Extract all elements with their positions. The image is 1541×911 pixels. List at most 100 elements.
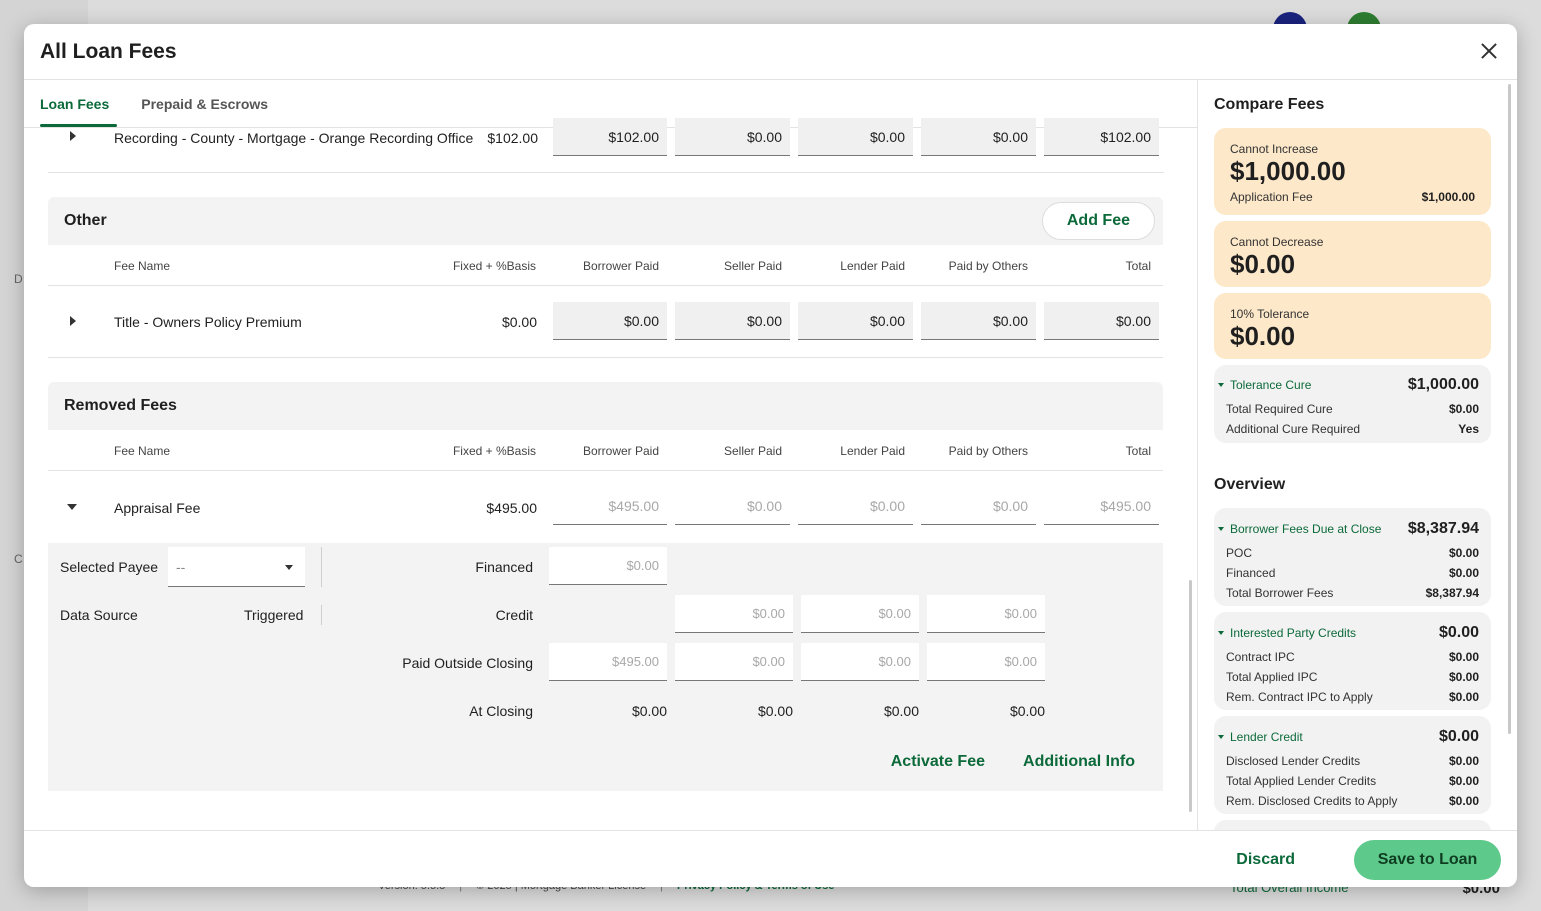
- credit-seller-field[interactable]: $0.00: [675, 595, 793, 633]
- discard-button[interactable]: Discard: [1236, 851, 1295, 869]
- col-paid-by-others: Paid by Others: [948, 444, 1028, 458]
- cannot-increase-card: Cannot Increase $1,000.00 Application Fe…: [1214, 128, 1491, 215]
- fee-detail-panel: Selected Payee -- Data Source Triggered …: [48, 543, 1163, 791]
- ipc-value: $0.00: [1438, 624, 1479, 641]
- financed-label: Financed: [475, 559, 533, 575]
- row-value: $8,387.94: [1425, 586, 1479, 600]
- col-seller-paid: Seller Paid: [723, 444, 782, 458]
- card-label: Cannot Decrease: [1230, 235, 1324, 249]
- at-closing-seller: $0.00: [757, 703, 793, 719]
- lender-paid-field[interactable]: $0.00: [798, 302, 913, 340]
- total-field: $102.00: [1044, 118, 1159, 156]
- poc-others-field[interactable]: $0.00: [927, 643, 1045, 681]
- lender-credit-card: Lender Credit $0.00 Disclosed Lender Cre…: [1214, 716, 1491, 814]
- tolerance-cure-toggle[interactable]: Tolerance Cure: [1218, 378, 1311, 392]
- col-lender-paid: Lender Paid: [840, 259, 905, 273]
- total-field: $0.00: [1044, 302, 1159, 340]
- other-section-header: Other Add Fee: [48, 197, 1163, 245]
- scrollbar[interactable]: [1508, 84, 1511, 734]
- card-value: $1,000.00: [1230, 156, 1346, 186]
- seller-paid-field[interactable]: $0.00: [675, 302, 790, 340]
- col-fee-name: Fee Name: [114, 259, 171, 273]
- fees-pane: Loan Fees Prepaid & Escrows Recording - …: [24, 80, 1197, 830]
- card-value: $0.00: [1230, 249, 1296, 279]
- ipc-toggle[interactable]: Interested Party Credits: [1218, 626, 1356, 640]
- data-source-label: Data Source: [60, 607, 138, 623]
- col-paid-by-others: Paid by Others: [948, 259, 1028, 273]
- borrower-fees-value: $8,387.94: [1407, 520, 1479, 537]
- poc-seller-field[interactable]: $0.00: [675, 643, 793, 681]
- scrollbar[interactable]: [1189, 580, 1192, 812]
- overview-title: Overview: [1214, 476, 1286, 493]
- payee-select[interactable]: --: [168, 547, 305, 587]
- collapse-icon[interactable]: [67, 504, 77, 510]
- paid-by-others-field: $0.00: [921, 487, 1036, 525]
- row-label: Contract IPC: [1226, 650, 1295, 664]
- tolerance-cure-card: Tolerance Cure $1,000.00 Total Required …: [1214, 365, 1491, 443]
- fees-content: Recording - County - Mortgage - Orange R…: [24, 118, 1164, 791]
- lender-credit-toggle[interactable]: Lender Credit: [1218, 730, 1303, 744]
- row-value: $0.00: [1448, 546, 1479, 560]
- background-text: D: [14, 272, 23, 286]
- tab-prepaid-escrows[interactable]: Prepaid & Escrows: [141, 80, 268, 127]
- lender-paid-field[interactable]: $0.00: [798, 118, 913, 156]
- seller-paid-field: $0.00: [675, 487, 790, 525]
- lender-paid-field: $0.00: [798, 487, 913, 525]
- row-label: Disclosed Lender Credits: [1226, 754, 1361, 768]
- add-fee-button[interactable]: Add Fee: [1041, 202, 1155, 240]
- row-label: Rem. Contract IPC to Apply: [1226, 690, 1373, 704]
- credit-others-field[interactable]: $0.00: [927, 595, 1045, 633]
- financed-field[interactable]: $0.00: [549, 547, 667, 585]
- row-value: $0.00: [1448, 754, 1479, 768]
- paid-by-others-field[interactable]: $0.00: [921, 302, 1036, 340]
- credit-lender-field[interactable]: $0.00: [801, 595, 919, 633]
- row-value: $0.00: [1448, 774, 1479, 788]
- compare-fees-title: Compare Fees: [1214, 96, 1325, 113]
- row-value: $0.00: [1448, 650, 1479, 664]
- activate-fee-button[interactable]: Activate Fee: [891, 753, 985, 771]
- poc-label: Paid Outside Closing: [402, 655, 533, 671]
- row-value: $0.00: [1448, 670, 1479, 684]
- seller-paid-field[interactable]: $0.00: [675, 118, 790, 156]
- at-closing-borrower: $0.00: [631, 703, 667, 719]
- data-source-value: Triggered: [244, 607, 304, 623]
- col-lender-paid: Lender Paid: [840, 444, 905, 458]
- row-value: $0.00: [1448, 690, 1479, 704]
- cannot-decrease-card: Cannot Decrease $0.00: [1214, 221, 1491, 287]
- poc-borrower-field[interactable]: $495.00: [549, 643, 667, 681]
- row-label: Financed: [1226, 566, 1276, 580]
- row-value: $0.00: [1448, 566, 1479, 580]
- save-to-loan-button[interactable]: Save to Loan: [1354, 840, 1501, 880]
- row-value: $0.00: [1448, 402, 1479, 416]
- interested-party-credits-card: Interested Party Credits $0.00 Contract …: [1214, 612, 1491, 710]
- fee-name: Title - Owners Policy Premium: [114, 314, 302, 330]
- borrower-paid-field[interactable]: $102.00: [553, 118, 667, 156]
- modal-title: All Loan Fees: [40, 39, 177, 63]
- expand-icon[interactable]: [70, 131, 76, 141]
- section-title: Other: [64, 212, 107, 229]
- row-label: Total Applied IPC: [1226, 670, 1318, 684]
- col-seller-paid: Seller Paid: [723, 259, 782, 273]
- poc-lender-field[interactable]: $0.00: [801, 643, 919, 681]
- fee-name: Recording - County - Mortgage - Orange R…: [114, 130, 474, 146]
- card-item-label: Application Fee: [1230, 190, 1313, 204]
- col-total: Total: [1125, 259, 1151, 273]
- card-label: 10% Tolerance: [1230, 307, 1310, 321]
- table-row: Title - Owners Policy Premium $0.00 $0.0…: [48, 286, 1163, 358]
- removed-section-header: Removed Fees: [48, 382, 1163, 430]
- expand-icon[interactable]: [70, 316, 76, 326]
- overview-card-partial: [1214, 820, 1491, 830]
- card-item-value: $1,000.00: [1421, 190, 1475, 204]
- paid-by-others-field[interactable]: $0.00: [921, 118, 1036, 156]
- borrower-fees-toggle[interactable]: Borrower Fees Due at Close: [1218, 522, 1381, 536]
- table-row: Recording - County - Mortgage - Orange R…: [48, 118, 1164, 173]
- col-total: Total: [1125, 444, 1151, 458]
- at-closing-lender: $0.00: [883, 703, 919, 719]
- row-label: Total Required Cure: [1226, 402, 1333, 416]
- col-fee-name: Fee Name: [114, 444, 171, 458]
- borrower-paid-field[interactable]: $0.00: [553, 302, 667, 340]
- tab-loan-fees[interactable]: Loan Fees: [40, 80, 118, 127]
- close-icon[interactable]: [1479, 41, 1499, 61]
- borrower-paid-field: $495.00: [553, 487, 667, 525]
- additional-info-button[interactable]: Additional Info: [1023, 753, 1135, 771]
